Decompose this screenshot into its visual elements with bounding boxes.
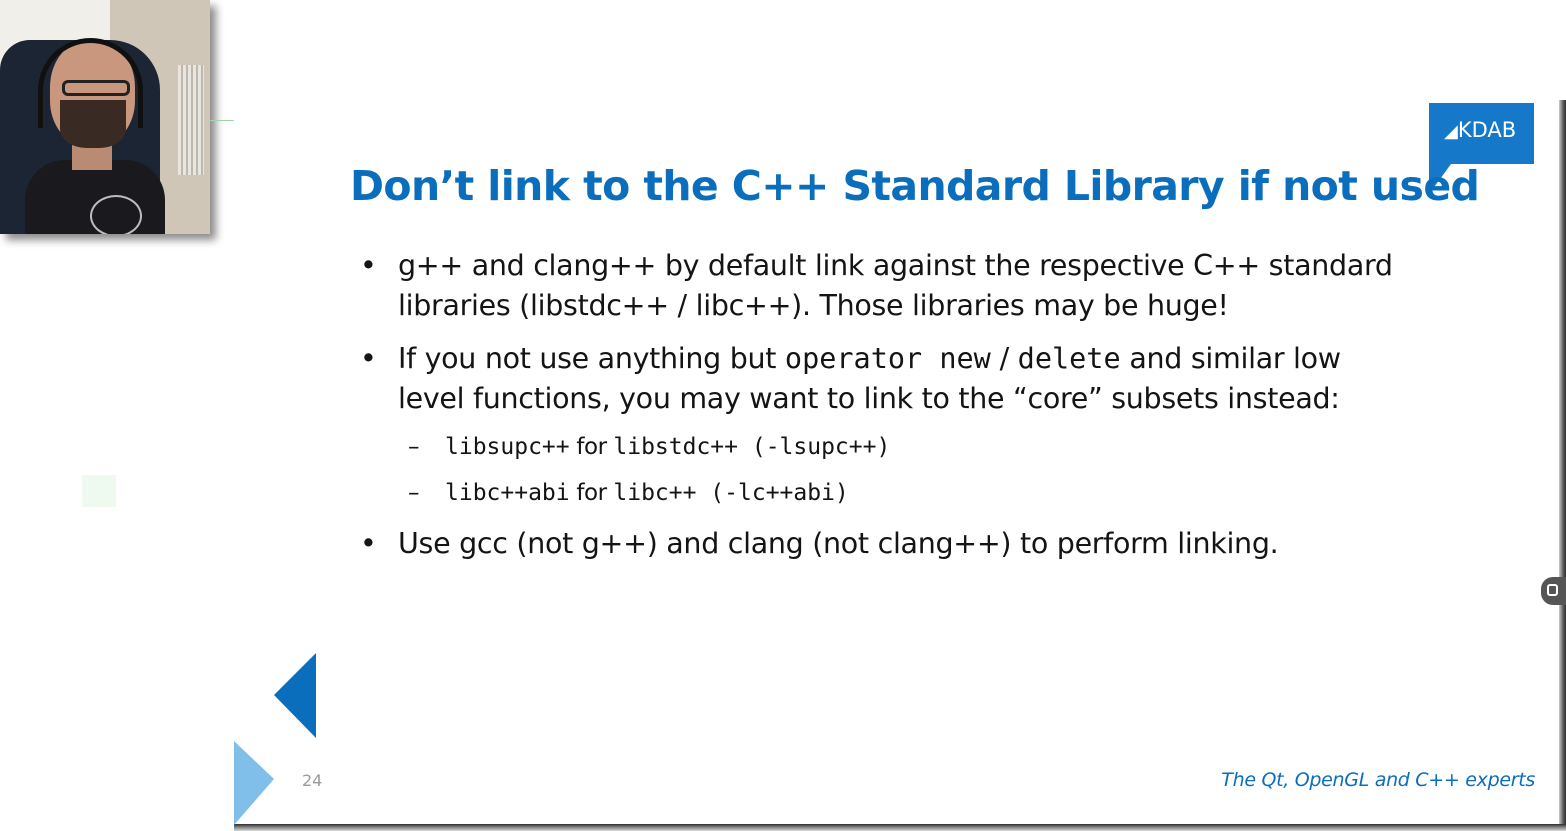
bullet-text: libraries (libstdc++ / libc++). Those li…: [398, 289, 1229, 322]
sub-bullet-text: for: [569, 480, 614, 506]
previous-slide-arrow-icon[interactable]: [274, 653, 316, 738]
bullet-text: /: [990, 342, 1018, 375]
bullet-text: If you not use anything but: [398, 342, 785, 375]
slide-right-shadow: [1559, 100, 1566, 831]
bullet-text: and similar low: [1120, 342, 1341, 375]
slide-title: Don’t link to the C++ Standard Library i…: [350, 162, 1480, 210]
code-text: operator new: [784, 342, 991, 375]
slide-footer: The Qt, OpenGL and C++ experts: [1221, 769, 1535, 791]
sub-bullet-dash: –: [408, 480, 420, 506]
bullet-dot: •: [360, 249, 377, 282]
code-text: libsupc++: [445, 434, 570, 460]
bullet-text: g++ and clang++ by default link against …: [398, 249, 1393, 282]
divider: [210, 120, 234, 121]
artifact-square: [82, 475, 116, 507]
code-text: libc++abi: [445, 480, 570, 506]
kdab-logo-label: ◢KDAB: [1444, 118, 1517, 142]
code-text: delete: [1017, 342, 1121, 375]
webcam-video: [0, 0, 210, 234]
side-panel-toggle-icon[interactable]: [1541, 577, 1566, 605]
bullet-text: Use gcc (not g++) and clang (not clang++…: [398, 527, 1279, 560]
code-text: libstdc++ (-lsupc++): [613, 434, 891, 460]
bullet-dot: •: [360, 342, 377, 375]
bullet-text: level functions, you may want to link to…: [398, 382, 1340, 415]
slide-bottom-shadow: [234, 824, 1566, 831]
code-text: libc++ (-lc++abi): [613, 480, 849, 506]
sub-bullet-text: for: [569, 434, 614, 460]
bullet-dot: •: [360, 527, 377, 560]
sub-bullet-dash: –: [408, 434, 420, 460]
slide-corner-arrow-icon: [234, 741, 274, 825]
page-number: 24: [302, 771, 323, 790]
